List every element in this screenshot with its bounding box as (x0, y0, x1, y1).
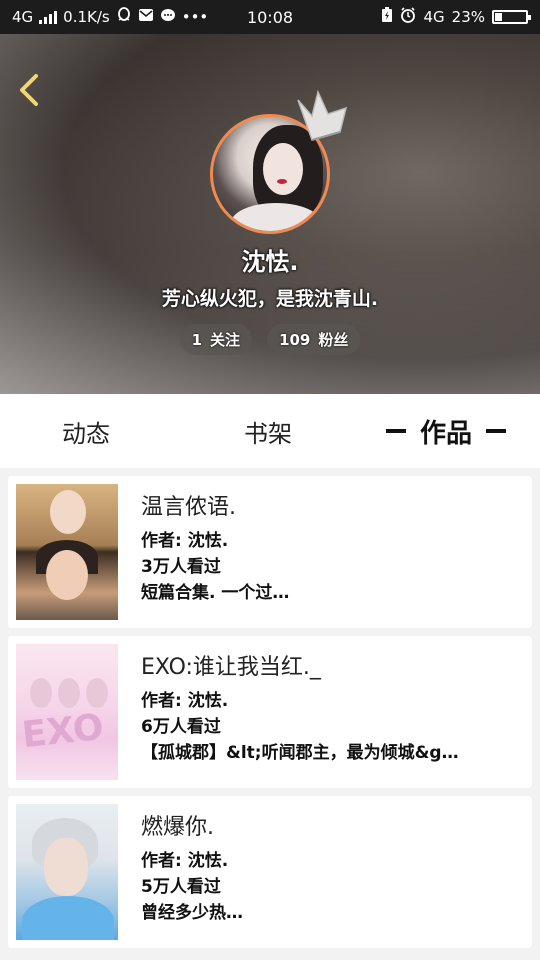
list-item[interactable]: EXO EXO:谁让我当红._ 作者: 沈怯. 6万人看过 【孤城郡】&lt;听… (8, 636, 532, 788)
list-item[interactable]: 燃爆你. 作者: 沈怯. 5万人看过 曾经多少热… (8, 796, 532, 948)
alarm-icon (400, 7, 416, 27)
network-type: 4G (12, 8, 34, 26)
profile-tabs: 动态 书架 作品 (0, 394, 540, 468)
battery-percent: 23% (451, 8, 485, 26)
following-count: 1 (191, 331, 203, 349)
book-views: 5万人看过 (141, 877, 221, 897)
profile-header: 沈怯. 芳心纵火犯，是我沈青山. 1 关注 109 粉丝 (0, 34, 540, 394)
book-info: EXO:谁让我当红._ 作者: 沈怯. 6万人看过 【孤城郡】&lt;听闻郡主，… (141, 648, 522, 766)
crown-icon (292, 86, 352, 142)
signal-icon (39, 10, 58, 24)
profile-stats: 1 关注 109 粉丝 (0, 324, 540, 355)
followers-label: 粉丝 (318, 331, 349, 349)
book-description: 曾经多少热… (141, 903, 243, 923)
status-right: 4G 23% (381, 7, 531, 27)
tab-works[interactable]: 作品 (386, 413, 507, 450)
profile-name: 沈怯. (241, 248, 299, 276)
network-type-right: 4G (423, 8, 445, 26)
book-description: 短篇合集. 一个过… (141, 583, 290, 603)
tab-works-label: 作品 (420, 418, 473, 449)
tab-active-dash-left (386, 429, 406, 433)
book-cover (16, 484, 118, 620)
book-author: 作者: 沈怯. (141, 531, 229, 551)
book-title: EXO:谁让我当红._ (141, 655, 321, 680)
book-info: 温言侬语. 作者: 沈怯. 3万人看过 短篇合集. 一个过… (141, 488, 522, 606)
battery-saver-icon (381, 7, 393, 27)
status-bar: 4G 0.1K/s ••• 10:08 4G 23% (0, 0, 540, 34)
book-description: 【孤城郡】&lt;听闻郡主，最为倾城&g… (141, 743, 459, 763)
qq-icon (116, 7, 132, 27)
book-author: 作者: 沈怯. (141, 691, 229, 711)
followers-count: 109 (279, 331, 311, 349)
book-info: 燃爆你. 作者: 沈怯. 5万人看过 曾经多少热… (141, 808, 522, 926)
following-button[interactable]: 1 关注 (179, 324, 253, 355)
tab-bookshelf[interactable]: 书架 (244, 414, 292, 449)
back-button[interactable] (12, 70, 46, 110)
book-views: 3万人看过 (141, 557, 221, 577)
tab-active-dash-right (486, 429, 507, 433)
book-views: 6万人看过 (141, 717, 221, 737)
book-title: 燃爆你. (141, 815, 214, 840)
followers-button[interactable]: 109 粉丝 (267, 324, 361, 355)
network-speed: 0.1K/s (63, 8, 110, 26)
more-dots-icon: ••• (181, 8, 209, 26)
works-list: 温言侬语. 作者: 沈怯. 3万人看过 短篇合集. 一个过… EXO EXO:谁… (8, 476, 532, 956)
chevron-left-icon (20, 74, 38, 106)
mail-icon (138, 8, 154, 26)
battery-icon (492, 10, 531, 24)
status-left: 4G 0.1K/s ••• (12, 7, 208, 27)
profile-signature: 芳心纵火犯，是我沈青山. (161, 288, 379, 310)
following-label: 关注 (210, 331, 241, 349)
book-cover (16, 804, 118, 940)
battery-level (495, 13, 502, 21)
chat-icon (160, 8, 176, 27)
book-title: 温言侬语. (141, 495, 236, 520)
book-author: 作者: 沈怯. (141, 851, 229, 871)
list-item[interactable]: 温言侬语. 作者: 沈怯. 3万人看过 短篇合集. 一个过… (8, 476, 532, 628)
tab-activity[interactable]: 动态 (62, 414, 110, 449)
book-cover: EXO (16, 644, 118, 780)
